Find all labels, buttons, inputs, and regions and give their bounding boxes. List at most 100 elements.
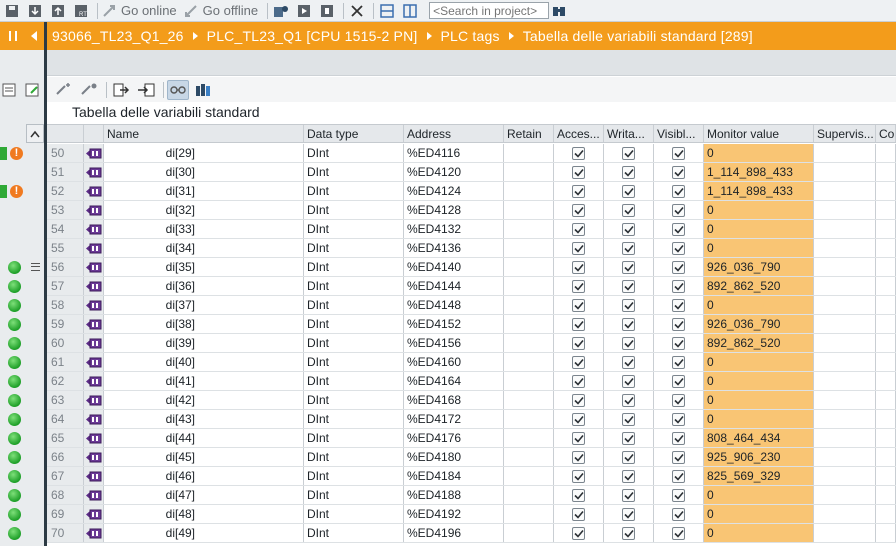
checkbox[interactable]: [672, 355, 685, 369]
header-data-type[interactable]: Data type: [304, 125, 404, 142]
search-project-input[interactable]: [429, 2, 550, 19]
tag-data-type[interactable]: DInt: [304, 220, 404, 238]
tag-address[interactable]: %ED4152: [404, 315, 504, 333]
tag-data-type[interactable]: DInt: [304, 315, 404, 333]
table-row[interactable]: 62 di[41] DInt %ED4164 0: [47, 372, 896, 391]
table-row[interactable]: 51 di[30] DInt %ED4120 1_114_898_433: [47, 163, 896, 182]
checkbox[interactable]: [672, 146, 685, 160]
header-comment[interactable]: Cor: [876, 125, 896, 142]
monitor-value[interactable]: 825_569_329: [704, 467, 814, 485]
tag-data-type[interactable]: DInt: [304, 486, 404, 504]
table-row[interactable]: 63 di[42] DInt %ED4168 0: [47, 391, 896, 410]
checkbox[interactable]: [672, 184, 685, 198]
tag-name[interactable]: di[29]: [104, 144, 304, 162]
monitor-value[interactable]: 926_036_790: [704, 315, 814, 333]
monitor-value[interactable]: 0: [704, 505, 814, 523]
tag-address[interactable]: %ED4136: [404, 239, 504, 257]
tag-name[interactable]: di[39]: [104, 334, 304, 352]
tag-data-type[interactable]: DInt: [304, 144, 404, 162]
checkbox[interactable]: [672, 298, 685, 312]
checkbox[interactable]: [622, 393, 635, 407]
table-edit-icon[interactable]: [23, 81, 41, 99]
tag-data-type[interactable]: DInt: [304, 201, 404, 219]
table-row[interactable]: 59 di[38] DInt %ED4152 926_036_790: [47, 315, 896, 334]
tag-name[interactable]: di[46]: [104, 467, 304, 485]
monitor-value[interactable]: 0: [704, 410, 814, 428]
monitor-value[interactable]: 0: [704, 353, 814, 371]
monitor-value[interactable]: 0: [704, 524, 814, 542]
tag-name[interactable]: di[49]: [104, 524, 304, 542]
checkbox[interactable]: [622, 222, 635, 236]
checkbox[interactable]: [672, 317, 685, 331]
breadcrumb-plc[interactable]: PLC_TL23_Q1 [CPU 1515-2 PN]: [207, 28, 418, 44]
add-row-icon[interactable]: [53, 80, 75, 100]
header-retain[interactable]: Retain: [504, 125, 554, 142]
checkbox[interactable]: [622, 241, 635, 255]
tag-data-type[interactable]: DInt: [304, 182, 404, 200]
breadcrumb-plc-tags[interactable]: PLC tags: [441, 28, 500, 44]
tag-name[interactable]: di[35]: [104, 258, 304, 276]
table-row[interactable]: 55 di[34] DInt %ED4136 0: [47, 239, 896, 258]
start-cpu-icon[interactable]: [294, 2, 314, 20]
search-binoculars-icon[interactable]: [549, 2, 569, 20]
tag-address[interactable]: %ED4168: [404, 391, 504, 409]
table-row[interactable]: 61 di[40] DInt %ED4160 0: [47, 353, 896, 372]
header-writable[interactable]: Writa...: [604, 125, 654, 142]
split-horizontal-icon[interactable]: [377, 2, 397, 20]
checkbox[interactable]: [622, 488, 635, 502]
import-icon[interactable]: [135, 80, 157, 100]
breadcrumb-project[interactable]: 93066_TL23_Q1_26: [52, 28, 184, 44]
table-row[interactable]: 68 di[47] DInt %ED4188 0: [47, 486, 896, 505]
stop-cpu-icon[interactable]: [317, 2, 337, 20]
checkbox[interactable]: [622, 298, 635, 312]
tag-address[interactable]: %ED4188: [404, 486, 504, 504]
table-row[interactable]: 69 di[48] DInt %ED4192 0: [47, 505, 896, 524]
monitor-value[interactable]: 0: [704, 144, 814, 162]
checkbox[interactable]: [572, 222, 585, 236]
split-vertical-icon[interactable]: [400, 2, 420, 20]
checkbox[interactable]: [672, 241, 685, 255]
checkbox[interactable]: [672, 450, 685, 464]
header-monitor-value[interactable]: Monitor value: [704, 125, 814, 142]
checkbox[interactable]: [572, 184, 585, 198]
monitor-value[interactable]: 0: [704, 220, 814, 238]
header-accessible[interactable]: Acces...: [554, 125, 604, 142]
checkbox[interactable]: [672, 393, 685, 407]
table-row[interactable]: 54 di[33] DInt %ED4132 0: [47, 220, 896, 239]
header-supervision[interactable]: Supervis...: [814, 125, 876, 142]
monitor-value[interactable]: 0: [704, 486, 814, 504]
table-row[interactable]: 60 di[39] DInt %ED4156 892_862_520: [47, 334, 896, 353]
tag-address[interactable]: %ED4156: [404, 334, 504, 352]
checkbox[interactable]: [672, 336, 685, 350]
tag-address[interactable]: %ED4144: [404, 277, 504, 295]
checkbox[interactable]: [672, 374, 685, 388]
monitor-value[interactable]: 0: [704, 391, 814, 409]
monitor-all-icon[interactable]: [167, 79, 189, 100]
table-row[interactable]: 65 di[44] DInt %ED4176 808_464_434: [47, 429, 896, 448]
monitor-value[interactable]: 808_464_434: [704, 429, 814, 447]
checkbox[interactable]: [622, 184, 635, 198]
tag-data-type[interactable]: DInt: [304, 505, 404, 523]
tag-name[interactable]: di[42]: [104, 391, 304, 409]
go-offline-button[interactable]: Go offline: [183, 3, 258, 19]
checkbox[interactable]: [572, 355, 585, 369]
checkbox[interactable]: [572, 507, 585, 521]
checkbox[interactable]: [572, 203, 585, 217]
collapse-left-icon[interactable]: [31, 31, 37, 41]
checkbox[interactable]: [572, 146, 585, 160]
checkbox[interactable]: [622, 336, 635, 350]
tag-name[interactable]: di[31]: [104, 182, 304, 200]
tag-address[interactable]: %ED4120: [404, 163, 504, 181]
tag-address[interactable]: %ED4184: [404, 467, 504, 485]
tag-data-type[interactable]: DInt: [304, 524, 404, 542]
tag-data-type[interactable]: DInt: [304, 372, 404, 390]
checkbox[interactable]: [672, 431, 685, 445]
tag-name[interactable]: di[37]: [104, 296, 304, 314]
tag-data-type[interactable]: DInt: [304, 239, 404, 257]
monitor-value[interactable]: 0: [704, 296, 814, 314]
scroll-up-button[interactable]: [26, 124, 44, 143]
tag-name[interactable]: di[47]: [104, 486, 304, 504]
tag-name[interactable]: di[36]: [104, 277, 304, 295]
checkbox[interactable]: [672, 526, 685, 540]
checkbox[interactable]: [572, 260, 585, 274]
